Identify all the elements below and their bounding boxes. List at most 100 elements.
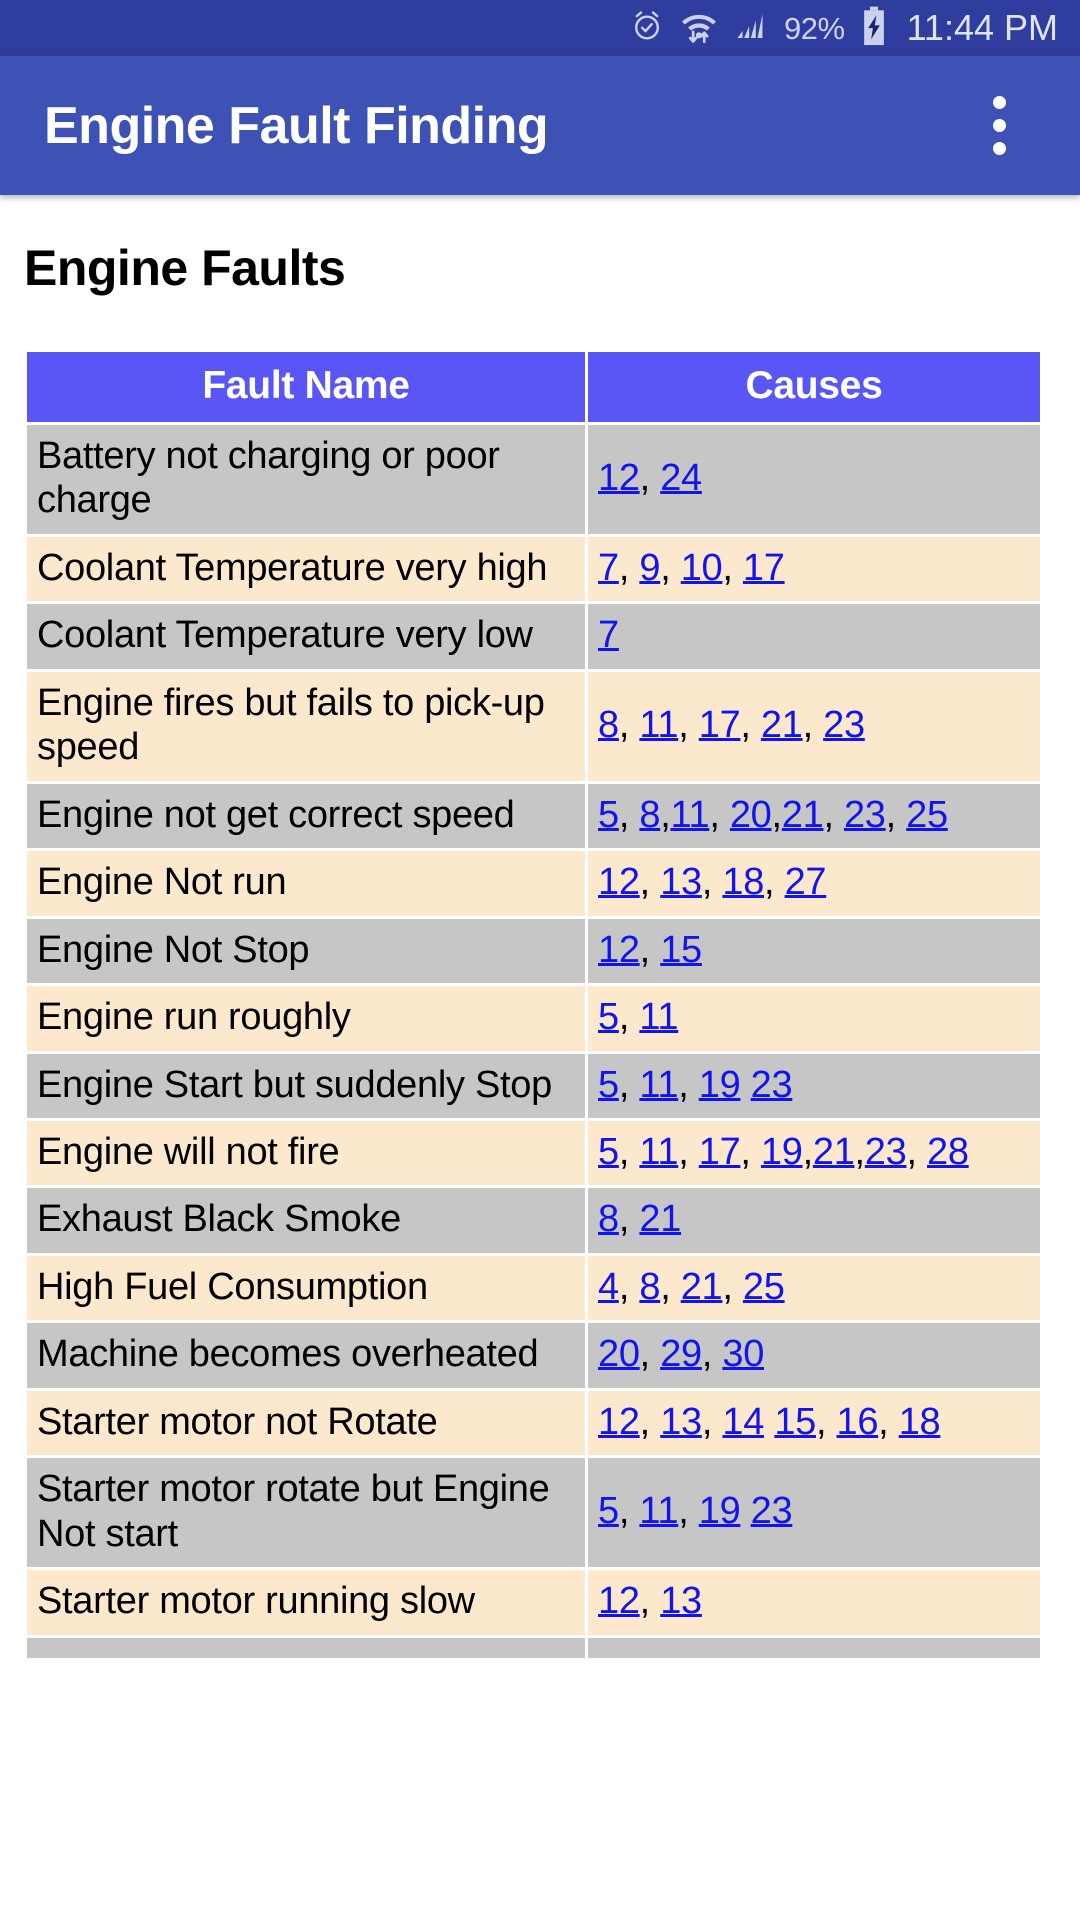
cause-link[interactable]: 25 (743, 1266, 785, 1308)
table-row: Starter motor rotate but Engine Not star… (27, 1458, 1040, 1568)
fault-name-cell: Exhaust Black Smoke (27, 1188, 585, 1253)
cause-link[interactable]: 19 (699, 1064, 741, 1106)
fault-name-cell: Battery not charging or poor charge (27, 425, 585, 534)
cause-link[interactable]: 7 (598, 547, 619, 589)
cause-link[interactable]: 8 (598, 1198, 619, 1240)
wifi-icon (680, 8, 718, 49)
cause-link[interactable]: 9 (639, 547, 660, 589)
cause-link[interactable]: 19 (761, 1131, 803, 1173)
table-row: Coolant Temperature very low 7 (27, 604, 1040, 669)
table-row: Engine Start but suddenly Stop 5, 11, 19 … (27, 1053, 1040, 1118)
cause-link[interactable]: 23 (751, 1490, 793, 1532)
cause-link[interactable]: 13 (660, 1580, 702, 1622)
cause-link[interactable]: 8 (639, 794, 660, 836)
causes-cell: 5, 11, 17, 19,21,23, 28 (588, 1120, 1040, 1186)
cause-link[interactable]: 23 (751, 1064, 793, 1106)
cause-link[interactable]: 13 (660, 861, 702, 903)
cause-link[interactable]: 27 (785, 861, 827, 903)
cause-link[interactable]: 11 (639, 1490, 678, 1532)
table-row: Engine Not run 12, 13, 18, 27 (27, 851, 1040, 916)
cause-link[interactable]: 5 (598, 1490, 619, 1532)
fault-name-cell: Coolant Temperature very low (27, 604, 585, 669)
causes-cell: 20, 29, 30 (588, 1323, 1040, 1388)
cause-link[interactable]: 8 (598, 704, 619, 746)
cause-link[interactable]: 11 (639, 704, 678, 746)
cause-link[interactable]: 10 (681, 547, 723, 589)
causes-cell: 12, 13, 18, 27 (588, 851, 1040, 916)
cause-link[interactable]: 20 (730, 794, 772, 836)
cause-link[interactable]: 23 (823, 704, 865, 746)
table-row: Machine becomes overheated 20, 29, 30 (27, 1323, 1040, 1388)
cause-link[interactable]: 29 (660, 1333, 702, 1375)
causes-cell: 12, 13 (588, 1570, 1040, 1635)
cause-link[interactable]: 8 (639, 1266, 660, 1308)
cause-link[interactable]: 12 (598, 861, 640, 903)
causes-cell: 5, 11 (588, 986, 1040, 1051)
table-row: Battery not charging or poor charge 12, 2… (27, 425, 1040, 534)
causes-cell: 5, 11, 19 23 (588, 1458, 1040, 1568)
causes-cell: 8, 11, 17, 21, 23 (588, 671, 1040, 781)
cause-link[interactable]: 30 (722, 1333, 764, 1375)
cause-link[interactable]: 11 (639, 996, 678, 1038)
cause-link[interactable]: 11 (670, 794, 709, 836)
cause-link[interactable]: 15 (774, 1401, 816, 1443)
cause-link[interactable]: 16 (837, 1401, 879, 1443)
cause-link[interactable]: 17 (699, 704, 741, 746)
cause-link[interactable]: 12 (598, 1401, 640, 1443)
table-row: Engine not get correct speed 5, 8,11, 20,… (27, 783, 1040, 849)
fault-name-cell: High Fuel Consumption (27, 1255, 585, 1321)
cause-link[interactable]: 12 (598, 929, 640, 971)
cause-link[interactable]: 18 (899, 1401, 941, 1443)
cause-link[interactable]: 20 (598, 1333, 640, 1375)
cause-link[interactable]: 4 (598, 1266, 619, 1308)
content-area: Engine Faults Fault Name Causes Battery … (0, 239, 1080, 1661)
cause-link[interactable]: 17 (699, 1131, 741, 1173)
table-body: Battery not charging or poor charge 12, 2… (27, 425, 1040, 1658)
cause-link[interactable]: 23 (865, 1131, 907, 1173)
causes-cell: 7, 9, 10, 17 (588, 536, 1040, 602)
overflow-dot (992, 96, 1006, 109)
table-head: Fault Name Causes (27, 352, 1040, 422)
cause-link[interactable]: 5 (598, 1131, 619, 1173)
fault-name-cell: Starter motor not Rotate (27, 1390, 585, 1456)
fault-name-cell: Machine becomes overheated (27, 1323, 585, 1388)
cause-link[interactable]: 21 (681, 1266, 723, 1308)
cause-link[interactable]: 11 (639, 1064, 678, 1106)
causes-cell: 8, 21 (588, 1188, 1040, 1253)
fault-name-cell: Engine run roughly (27, 986, 585, 1051)
cause-link[interactable]: 5 (598, 794, 619, 836)
fault-name-cell: Engine fires but fails to pick-up speed (27, 671, 585, 781)
overflow-dot (992, 142, 1006, 155)
cause-link[interactable]: 17 (743, 547, 785, 589)
cause-link[interactable]: 13 (660, 1401, 702, 1443)
fault-name-cell: Coolant Temperature very high (27, 536, 585, 602)
fault-name-cell: Starter motor rotate but Engine Not star… (27, 1458, 585, 1568)
column-header-fault-name: Fault Name (27, 352, 585, 422)
cause-link[interactable]: 12 (598, 1580, 640, 1622)
cause-link[interactable]: 28 (927, 1131, 969, 1173)
cause-link[interactable]: 15 (660, 929, 702, 971)
cause-link[interactable]: 5 (598, 1064, 619, 1106)
column-header-causes: Causes (588, 352, 1040, 422)
cause-link[interactable]: 21 (761, 704, 803, 746)
cause-link[interactable]: 14 (722, 1401, 764, 1443)
cause-link[interactable]: 24 (660, 457, 702, 499)
cause-link[interactable]: 5 (598, 996, 619, 1038)
fault-name-cell: Engine not get correct speed (27, 783, 585, 849)
table-row: Engine fires but fails to pick-up speed 8… (27, 671, 1040, 781)
causes-cell: 12, 15 (588, 918, 1040, 984)
cause-link[interactable]: 18 (722, 861, 764, 903)
cause-link[interactable]: 19 (699, 1490, 741, 1532)
battery-percent-label: 92% (784, 10, 845, 46)
cause-link[interactable]: 21 (813, 1131, 855, 1173)
cause-link[interactable]: 11 (639, 1131, 678, 1173)
cause-link[interactable]: 12 (598, 457, 640, 499)
cause-link[interactable]: 7 (598, 614, 619, 656)
cause-link[interactable]: 23 (844, 794, 886, 836)
status-clock: 11:44 PM (906, 7, 1058, 48)
cause-link[interactable]: 21 (639, 1198, 681, 1240)
cause-link[interactable]: 25 (906, 794, 948, 836)
overflow-menu-icon[interactable] (964, 86, 1034, 166)
cause-link[interactable]: 21 (782, 794, 824, 836)
table-row: Engine will not fire 5, 11, 17, 19,21,23,… (27, 1120, 1040, 1186)
